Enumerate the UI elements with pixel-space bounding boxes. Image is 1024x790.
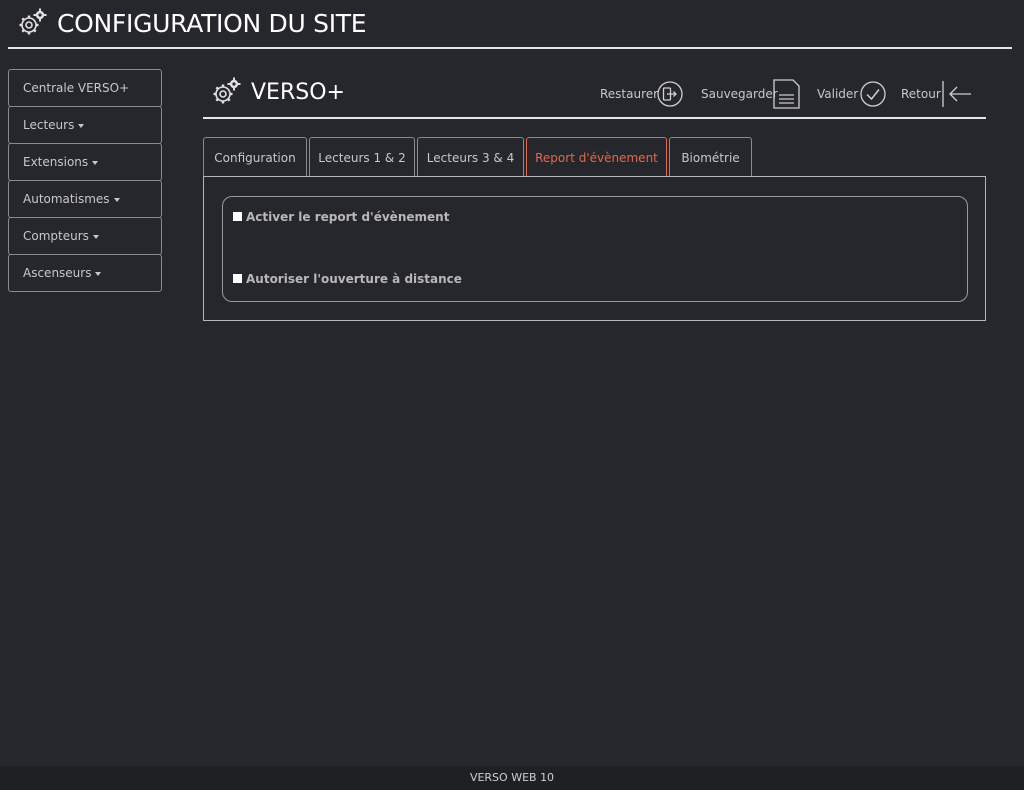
tab-lecteurs-1-2[interactable]: Lecteurs 1 & 2 xyxy=(309,137,415,176)
panel-header: VERSO+ Restaurer Sauvegarder Valider Ret… xyxy=(203,72,986,118)
sidebar-item-label: Extensions xyxy=(23,155,89,169)
tab-lecteurs-3-4[interactable]: Lecteurs 3 & 4 xyxy=(417,137,524,176)
app-title: CONFIGURATION DU SITE xyxy=(57,9,367,38)
caret-down-icon xyxy=(92,160,99,165)
save-label: Sauvegarder xyxy=(701,87,778,101)
header-divider xyxy=(8,47,1012,49)
allow-remote-opening-label: Autoriser l'ouverture à distance xyxy=(246,272,462,286)
footer: VERSO WEB 10 xyxy=(0,766,1024,790)
sidebar-item-centrale-verso[interactable]: Centrale VERSO+ xyxy=(8,69,162,107)
back-button[interactable]: Retour xyxy=(901,80,977,108)
caret-down-icon xyxy=(92,234,99,239)
sidebar-item-label: Ascenseurs xyxy=(23,266,92,280)
caret-down-icon xyxy=(95,271,102,276)
settings-gears-icon xyxy=(19,8,47,35)
sidebar-item-label: Compteurs xyxy=(23,229,89,243)
app-header: CONFIGURATION DU SITE xyxy=(0,0,1024,50)
tab-configuration[interactable]: Configuration xyxy=(203,137,307,176)
check-icon xyxy=(860,81,886,107)
sidebar-item-ascenseurs[interactable]: Ascenseurs xyxy=(8,254,162,292)
validate-button[interactable]: Valider xyxy=(817,80,889,108)
sidebar-item-label: Lecteurs xyxy=(23,118,75,132)
save-button[interactable]: Sauvegarder xyxy=(701,79,805,109)
sidebar-item-compteurs[interactable]: Compteurs xyxy=(8,217,162,255)
sidebar-item-extensions[interactable]: Extensions xyxy=(8,143,162,181)
restore-button[interactable]: Restaurer xyxy=(600,80,688,108)
panel-title: VERSO+ xyxy=(251,80,345,105)
validate-label: Valider xyxy=(817,87,859,101)
tab-report-evenement[interactable]: Report d'évènement xyxy=(526,137,667,176)
allow-remote-opening-checkbox[interactable] xyxy=(233,274,242,283)
restore-icon xyxy=(657,81,683,107)
sidebar-nav: Centrale VERSO+ Lecteurs Extensions Auto… xyxy=(8,69,162,292)
event-report-options: Activer le report d'évènement Autoriser … xyxy=(222,196,968,302)
back-label: Retour xyxy=(901,87,941,101)
tab-content-panel: Activer le report d'évènement Autoriser … xyxy=(203,176,986,321)
allow-remote-opening-row: Autoriser l'ouverture à distance xyxy=(233,272,462,286)
panel-divider xyxy=(203,117,986,119)
settings-gears-icon xyxy=(213,77,241,104)
caret-down-icon xyxy=(113,197,120,202)
enable-event-report-row: Activer le report d'évènement xyxy=(233,210,449,224)
tab-biometrie[interactable]: Biométrie xyxy=(669,137,752,176)
footer-version: VERSO WEB 10 xyxy=(469,771,555,784)
save-icon xyxy=(773,79,800,109)
arrow-left-icon xyxy=(942,81,971,107)
sidebar-item-lecteurs[interactable]: Lecteurs xyxy=(8,106,162,144)
sidebar-item-label: Automatismes xyxy=(23,192,110,206)
sidebar-item-automatismes[interactable]: Automatismes xyxy=(8,180,162,218)
sidebar-item-label: Centrale VERSO+ xyxy=(23,81,130,95)
restore-label: Restaurer xyxy=(600,87,659,101)
enable-event-report-label: Activer le report d'évènement xyxy=(246,210,450,224)
enable-event-report-checkbox[interactable] xyxy=(233,212,242,221)
caret-down-icon xyxy=(78,123,85,128)
